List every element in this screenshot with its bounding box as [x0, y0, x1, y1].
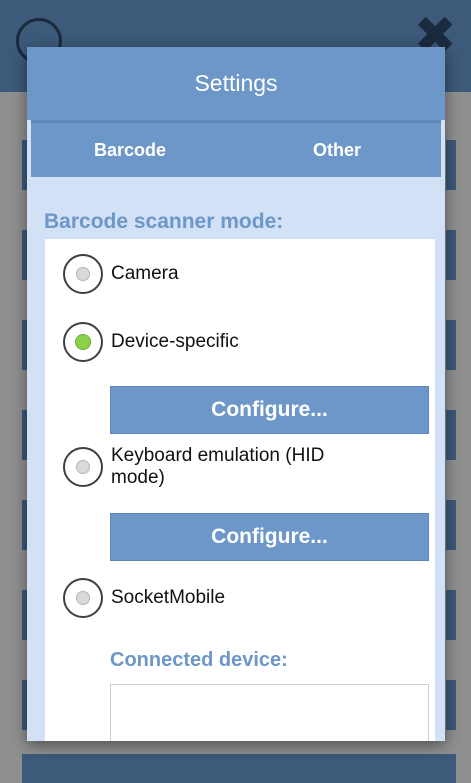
background-row-edge [446, 320, 456, 370]
option-device-specific-label: Device-specific [111, 331, 239, 352]
background-row-edge [446, 680, 456, 730]
scanner-mode-panel: Camera Device-specific Configure... Keyb… [45, 239, 435, 741]
radio-dot-icon [75, 334, 91, 350]
option-device-specific[interactable]: Device-specific [63, 322, 239, 362]
option-camera-label: Camera [111, 263, 179, 284]
background-footer-bar [22, 754, 456, 783]
option-keyboard-emulation-label: Keyboard emulation (HID mode) [111, 445, 325, 488]
radio-dot-icon [76, 460, 90, 474]
configure-device-specific-button[interactable]: Configure... [110, 386, 429, 434]
dialog-title: Settings [27, 47, 445, 120]
keyboard-emulation-radio[interactable] [63, 447, 103, 487]
background-row-edge [446, 590, 456, 640]
scanner-mode-label: Barcode scanner mode: [44, 210, 284, 233]
connected-device-field[interactable] [110, 684, 429, 741]
settings-tabs: Barcode Other [31, 120, 441, 177]
tab-other[interactable]: Other [234, 140, 441, 161]
connected-device-label: Connected device: [110, 649, 288, 671]
socketmobile-radio[interactable] [63, 578, 103, 618]
background-row-edge [446, 500, 456, 550]
settings-dialog: Settings Barcode Other Barcode scanner m… [27, 47, 445, 741]
background-row-edge [446, 410, 456, 460]
device-specific-radio[interactable] [63, 322, 103, 362]
background-row-edge [446, 140, 456, 190]
camera-radio[interactable] [63, 254, 103, 294]
tab-barcode[interactable]: Barcode [31, 140, 234, 161]
configure-keyboard-emulation-button[interactable]: Configure... [110, 513, 429, 561]
radio-dot-icon [76, 267, 90, 281]
option-socketmobile-label: SocketMobile [111, 587, 226, 608]
radio-dot-icon [76, 591, 90, 605]
option-socketmobile[interactable]: SocketMobile [63, 578, 225, 618]
option-camera[interactable]: Camera [63, 254, 179, 294]
background-row-edge [446, 230, 456, 280]
option-keyboard-emulation[interactable]: Keyboard emulation (HID mode) [63, 445, 351, 489]
